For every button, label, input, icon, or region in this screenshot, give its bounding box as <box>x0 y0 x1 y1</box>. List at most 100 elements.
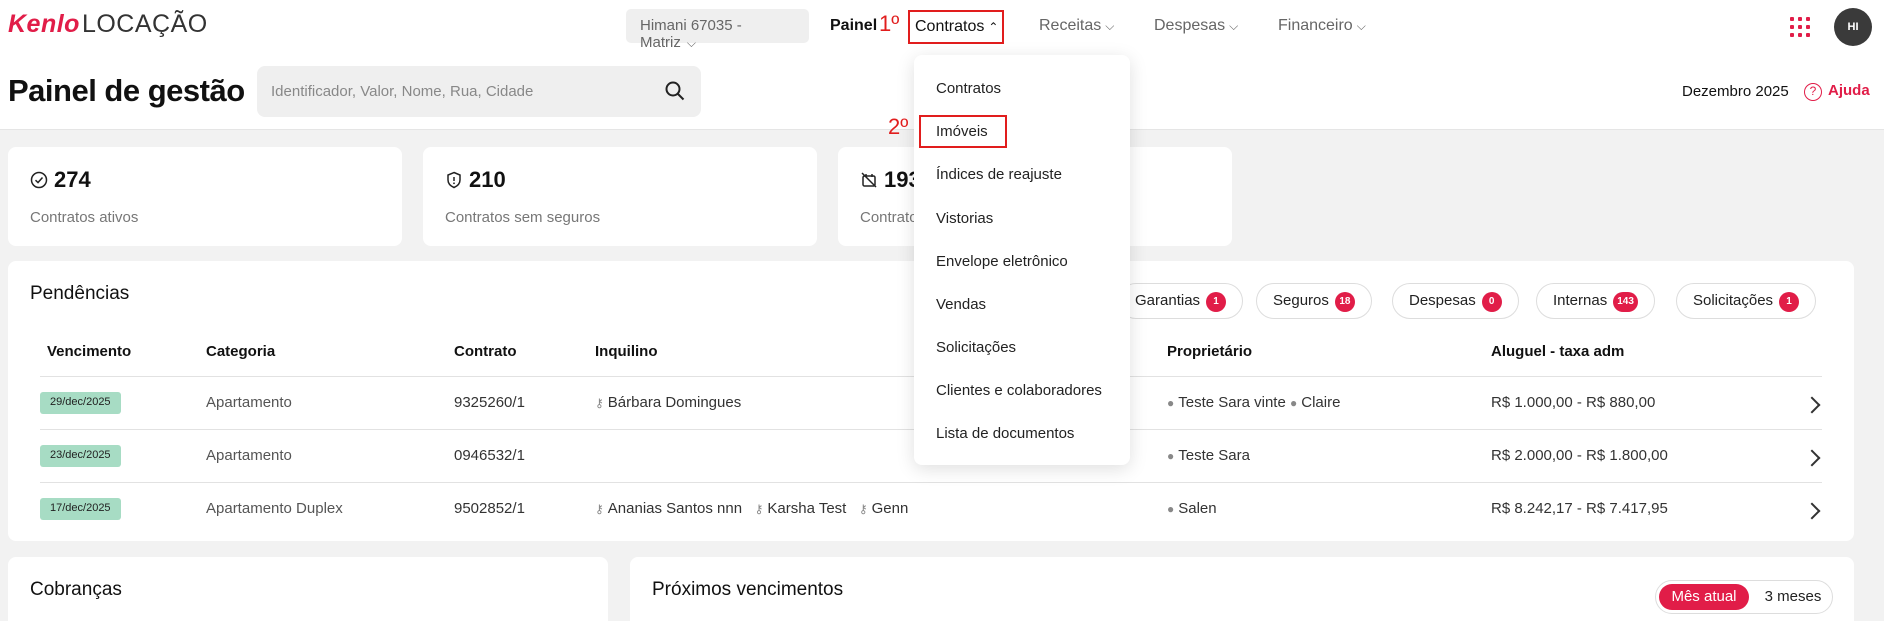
period-toggle: Mês atual 3 meses <box>1655 580 1833 614</box>
nav-contratos[interactable]: Contratos ⌃ <box>908 10 1004 44</box>
col-header-vencimento[interactable]: Vencimento <box>47 343 131 360</box>
chip-solicitacoes[interactable]: Solicitações 1 <box>1676 283 1817 319</box>
owner-name: Teste Sara vinte <box>1178 394 1286 411</box>
chip-garantias[interactable]: Garantias 1 <box>1118 283 1244 319</box>
cell-owner: ● Teste Sara vinte ● Claire <box>1167 394 1340 411</box>
chip-seguros[interactable]: Seguros 18 <box>1256 283 1372 319</box>
proximos-card: Próximos vencimentos Mês atual 3 meses <box>630 557 1854 621</box>
col-header-inquilino[interactable]: Inquilino <box>595 343 657 360</box>
period-current-month[interactable]: Mês atual <box>1659 584 1749 610</box>
chevron-down-icon: ⌵ <box>1356 19 1366 33</box>
key-icon: ⚷ <box>595 502 604 516</box>
menu-item-imoveis[interactable]: Imóveis <box>936 123 988 140</box>
help-button[interactable]: ? Ajuda <box>1804 82 1870 101</box>
cell-owner: ● Salen <box>1167 500 1217 517</box>
search-box <box>257 66 701 117</box>
annotation-step-1: 1º <box>879 11 900 36</box>
stat-card-active[interactable]: 274 Contratos ativos <box>8 147 402 246</box>
kenlo-logo[interactable]: KenloLOCAÇÃO <box>8 10 208 39</box>
stat-value: 274 <box>30 167 91 193</box>
pendencias-title: Pendências <box>30 283 130 304</box>
key-icon: ⚷ <box>754 502 764 516</box>
cobrancas-card: Cobranças <box>8 557 608 621</box>
chip-label: Internas <box>1553 292 1608 309</box>
branch-selector[interactable]: Himani 67035 - Matriz ⌵ <box>626 9 809 51</box>
nav-financeiro[interactable]: Financeiro ⌵ <box>1278 17 1366 35</box>
chevron-right-icon[interactable] <box>1803 502 1821 520</box>
nav-despesas-label: Despesas <box>1154 17 1226 34</box>
cell-tenant: ⚷ Ananias Santos nnn ⚷ Karsha Test ⚷ Genn <box>595 500 908 517</box>
check-circle-icon <box>30 171 48 189</box>
owner-name: Claire <box>1301 394 1341 411</box>
logo-brand: Kenlo <box>8 10 80 38</box>
chip-despesas[interactable]: Despesas 0 <box>1392 283 1519 319</box>
nav-receitas[interactable]: Receitas ⌵ <box>1039 17 1114 35</box>
count-badge: 1 <box>1779 292 1800 312</box>
col-header-proprietario[interactable]: Proprietário <box>1167 343 1252 360</box>
owner-name: Salen <box>1178 500 1217 517</box>
menu-item-solicitacoes[interactable]: Solicitações <box>936 339 1016 356</box>
search-input[interactable] <box>271 66 651 117</box>
cell-tenant: ⚷ Bárbara Domingues <box>595 394 741 411</box>
chevron-right-icon[interactable] <box>1803 449 1821 467</box>
nav-financeiro-label: Financeiro <box>1278 17 1353 34</box>
chevron-up-icon: ⌃ <box>988 20 999 34</box>
annotation-step-2: 2º <box>888 114 909 139</box>
col-header-categoria[interactable]: Categoria <box>206 343 275 360</box>
top-navbar: KenloLOCAÇÃO Himani 67035 - Matriz ⌵ Pain… <box>0 0 1884 53</box>
current-month[interactable]: Dezembro 2025 <box>1682 83 1789 100</box>
menu-item-clientes-colaboradores[interactable]: Clientes e colaboradores <box>936 382 1102 399</box>
col-header-contrato[interactable]: Contrato <box>454 343 517 360</box>
cell-category: Apartamento <box>206 394 292 411</box>
count-badge: 18 <box>1334 292 1355 312</box>
menu-item-vistorias[interactable]: Vistorias <box>936 210 993 227</box>
stat-label: Contratos sem seguros <box>445 209 601 226</box>
apps-grid-icon[interactable] <box>1790 17 1810 37</box>
stat-number: 274 <box>54 167 91 192</box>
nav-despesas[interactable]: Despesas ⌵ <box>1154 17 1238 35</box>
nav-contratos-label: Contratos <box>915 18 985 35</box>
tenant-name: Bárbara Domingues <box>607 394 742 411</box>
cell-contract: 0946532/1 <box>454 447 525 464</box>
stat-card-no-insurance[interactable]: 210 Contratos sem seguros <box>423 147 817 246</box>
count-badge: 0 <box>1481 292 1502 312</box>
period-3-months[interactable]: 3 meses <box>1759 584 1827 610</box>
search-icon[interactable] <box>665 81 685 101</box>
cell-rent: R$ 2.000,00 - R$ 1.800,00 <box>1491 447 1668 464</box>
menu-item-contratos[interactable]: Contratos <box>936 80 1001 97</box>
cell-rent: R$ 1.000,00 - R$ 880,00 <box>1491 394 1656 411</box>
stat-label: Contrato <box>860 209 918 226</box>
stat-number: 210 <box>469 167 506 192</box>
cell-category: Apartamento Duplex <box>206 500 343 517</box>
key-icon: ⚷ <box>858 502 868 516</box>
chevron-right-icon[interactable] <box>1803 396 1821 414</box>
person-icon: ● <box>1167 449 1175 463</box>
date-badge: 17/dec/2025 <box>40 498 121 520</box>
cell-contract: 9502852/1 <box>454 500 525 517</box>
col-header-aluguel[interactable]: Aluguel - taxa adm <box>1491 343 1624 360</box>
tenant-name: Ananias Santos nnn <box>607 500 743 517</box>
chevron-down-icon: ⌵ <box>1105 19 1115 33</box>
menu-item-vendas[interactable]: Vendas <box>936 296 986 313</box>
row-divider <box>40 482 1822 483</box>
menu-item-envelope-eletronico[interactable]: Envelope eletrônico <box>936 253 1068 270</box>
menu-item-lista-documentos[interactable]: Lista de documentos <box>936 425 1074 442</box>
avatar[interactable]: HI <box>1834 8 1872 46</box>
chevron-down-icon: ⌵ <box>686 36 696 50</box>
person-icon: ● <box>1289 396 1298 410</box>
count-badge: 143 <box>1613 292 1638 312</box>
chevron-down-icon: ⌵ <box>1229 19 1239 33</box>
tenant-name: Karsha Test <box>767 500 847 517</box>
menu-item-indices-reajuste[interactable]: Índices de reajuste <box>936 166 1062 183</box>
key-icon: ⚷ <box>595 396 604 410</box>
stat-value: 193 <box>860 167 921 193</box>
chip-internas[interactable]: Internas 143 <box>1536 283 1655 319</box>
cell-contract: 9325260/1 <box>454 394 525 411</box>
chip-label: Solicitações <box>1693 292 1774 309</box>
count-badge: 1 <box>1206 292 1227 312</box>
nav-painel[interactable]: Painel <box>830 17 877 35</box>
cobrancas-title: Cobranças <box>30 579 122 600</box>
chip-label: Despesas <box>1409 292 1476 309</box>
contratos-dropdown-menu: Contratos Imóveis Índices de reajuste Vi… <box>914 55 1130 465</box>
page-title: Painel de gestão <box>8 73 245 108</box>
